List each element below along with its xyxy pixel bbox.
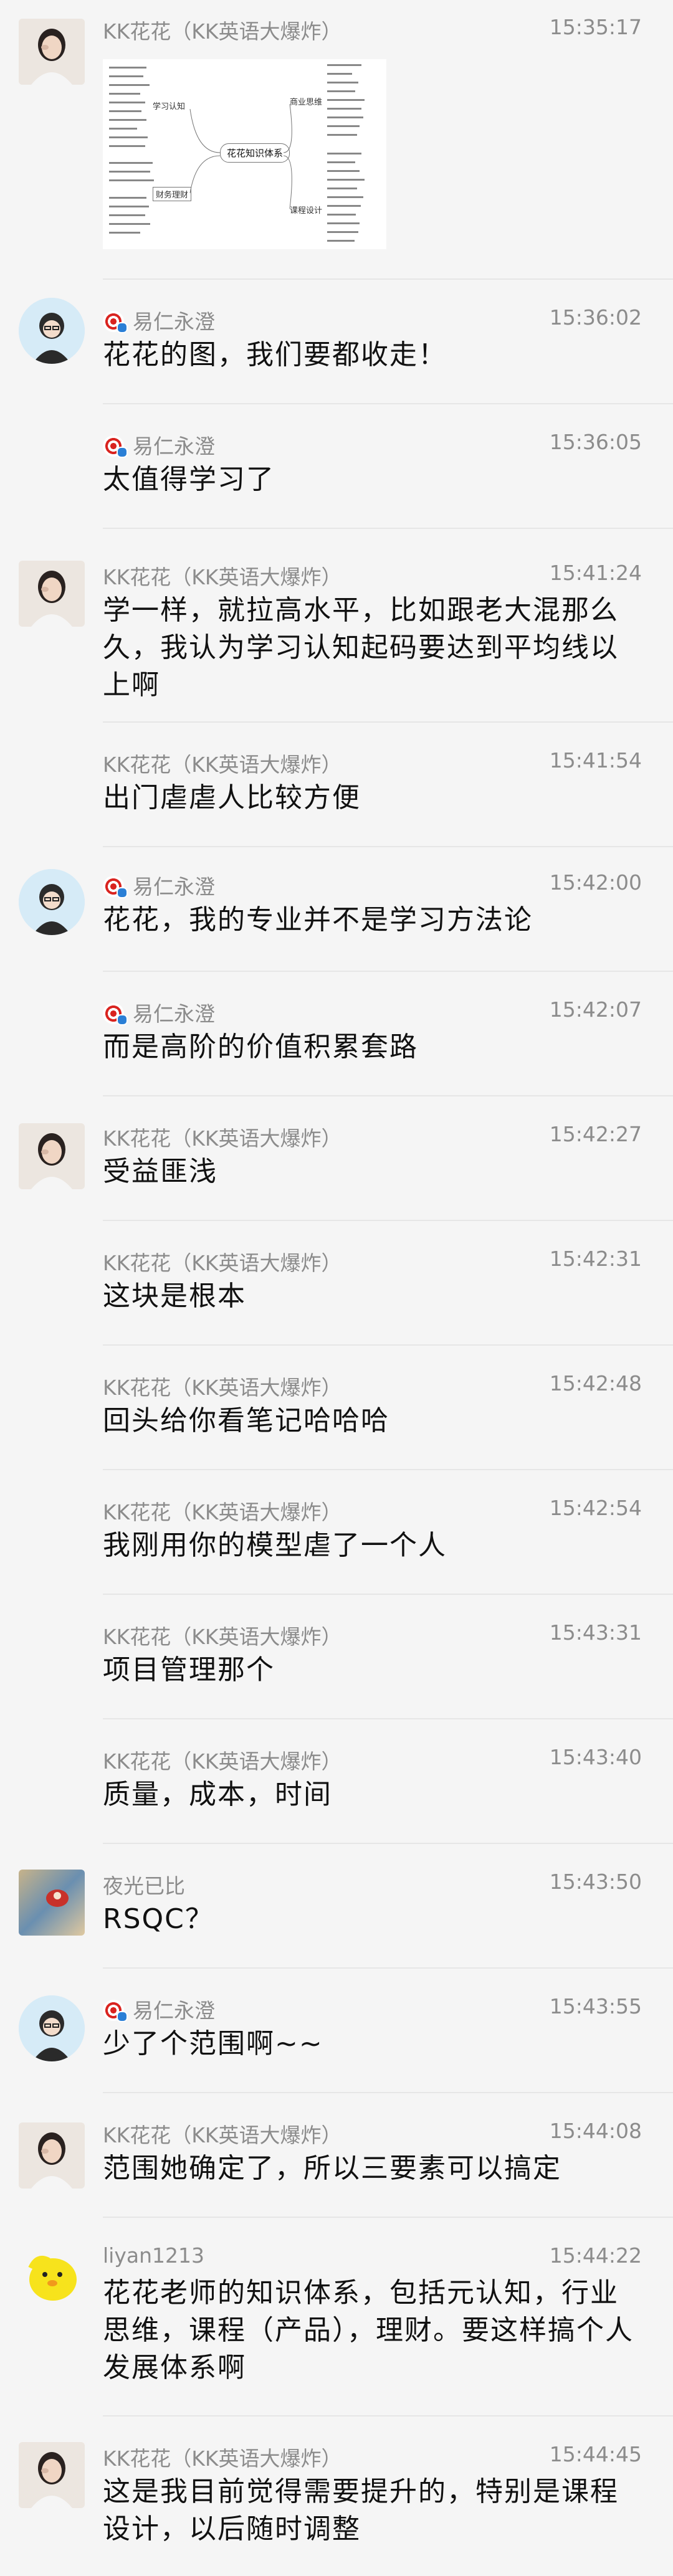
message-text: 出门虐虐人比较方便 xyxy=(103,782,361,814)
timestamp: 15:43:31 xyxy=(549,1620,642,1645)
sender-name: liyan1213 xyxy=(103,2243,204,2268)
separator xyxy=(103,971,673,972)
avatar[interactable] xyxy=(19,2122,85,2189)
message-text: 这是我目前觉得需要提升的，特别是课程设计，以后随时调整 xyxy=(103,2476,619,2545)
target-badge-icon xyxy=(103,876,128,898)
sender-name: KK花花（KK英语大爆炸） xyxy=(103,1749,342,1774)
sender-name-text: 易仁永澄 xyxy=(133,310,215,334)
timestamp: 15:42:54 xyxy=(549,1496,642,1520)
sender-name-text: 易仁永澄 xyxy=(133,1002,215,1026)
timestamp: 15:42:48 xyxy=(549,1371,642,1395)
message-text: 花花老师的知识体系，包括元认知，行业思维，课程（产品），理财。要这样搞个人发展体… xyxy=(103,2277,634,2384)
message-text: 少了个范围啊~~ xyxy=(103,2028,323,2060)
message-text: 受益匪浅 xyxy=(103,1156,217,1187)
avatar[interactable] xyxy=(19,1870,85,1936)
message-text: 花花的图，我们要都收走！ xyxy=(103,339,447,371)
separator xyxy=(103,846,673,847)
timestamp: 15:42:00 xyxy=(549,870,642,895)
separator xyxy=(103,2217,673,2218)
separator xyxy=(103,2415,673,2417)
sender-name: KK花花（KK英语大爆炸） xyxy=(103,2446,342,2471)
timestamp: 15:44:08 xyxy=(549,2119,642,2143)
mindmap-branches xyxy=(109,64,365,242)
avatar[interactable] xyxy=(19,2243,85,2309)
message-text: 而是高阶的价值积累套路 xyxy=(103,1031,418,1063)
avatar[interactable] xyxy=(19,2442,85,2508)
separator xyxy=(103,278,673,280)
sender-name-text: 易仁永澄 xyxy=(133,1999,215,2023)
sender-name: KK花花（KK英语大爆炸） xyxy=(103,1500,342,1524)
avatar[interactable] xyxy=(19,869,85,935)
separator xyxy=(103,1095,673,1096)
avatar[interactable] xyxy=(19,1123,85,1189)
target-badge-icon xyxy=(103,2000,128,2022)
timestamp: 15:42:07 xyxy=(549,997,642,1022)
timestamp: 15:41:54 xyxy=(549,748,642,772)
separator xyxy=(103,403,673,404)
avatar[interactable] xyxy=(19,561,85,627)
timestamp: 15:43:55 xyxy=(549,1994,642,2018)
sender-name: KK花花（KK英语大爆炸） xyxy=(103,753,342,777)
sender-name-text: 易仁永澄 xyxy=(133,434,215,459)
sender-name: 易仁永澄 xyxy=(103,870,215,900)
avatar[interactable] xyxy=(19,298,85,364)
separator xyxy=(103,1843,673,1844)
separator xyxy=(103,1967,673,1969)
sender-name: 易仁永澄 xyxy=(103,305,215,335)
separator xyxy=(103,1718,673,1719)
timestamp: 15:42:31 xyxy=(549,1247,642,1271)
timestamp: 15:41:24 xyxy=(549,561,642,585)
timestamp: 15:43:40 xyxy=(549,1745,642,1769)
sender-name: 易仁永澄 xyxy=(103,997,215,1027)
sender-name: KK花花（KK英语大爆炸） xyxy=(103,19,342,44)
sender-name: 易仁永澄 xyxy=(103,430,215,460)
message-text: 学一样，就拉高水平，比如跟老大混那么久，我认为学习认知起码要达到平均线以上啊 xyxy=(103,594,619,701)
timestamp: 15:44:45 xyxy=(549,2442,642,2466)
timestamp: 15:35:17 xyxy=(549,15,642,39)
sender-name: 易仁永澄 xyxy=(103,1994,215,2024)
separator xyxy=(103,1344,673,1346)
separator xyxy=(103,2092,673,2093)
timestamp: 15:42:27 xyxy=(549,1122,642,1146)
message-text: 范围她确定了，所以三要素可以搞定 xyxy=(103,2152,561,2184)
message-text: 质量，成本，时间 xyxy=(103,1779,332,1810)
sender-name: KK花花（KK英语大爆炸） xyxy=(103,1376,342,1400)
separator xyxy=(103,721,673,723)
sender-name: KK花花（KK英语大爆炸） xyxy=(103,1625,342,1649)
avatar[interactable] xyxy=(19,1995,85,2061)
message-text: 项目管理那个 xyxy=(103,1654,275,1686)
separator xyxy=(103,1469,673,1470)
separator xyxy=(103,528,673,529)
sender-name: KK花花（KK英语大爆炸） xyxy=(103,1126,342,1151)
sender-name-text: 易仁永澄 xyxy=(133,875,215,899)
sender-name: KK花花（KK英语大爆炸） xyxy=(103,1251,342,1275)
mindmap-image[interactable]: 花花知识体系 学习认知 商业思维 课程设计 财务理财 xyxy=(103,59,386,249)
timestamp: 15:44:22 xyxy=(549,2243,642,2268)
message-text: RSQC？ xyxy=(103,1903,214,1935)
separator xyxy=(103,1594,673,1595)
sender-name: KK花花（KK英语大爆炸） xyxy=(103,565,342,589)
target-badge-icon xyxy=(103,311,128,333)
message-text: 回头给你看笔记哈哈哈 xyxy=(103,1405,389,1437)
timestamp: 15:36:05 xyxy=(549,430,642,454)
timestamp: 15:43:50 xyxy=(549,1870,642,1894)
timestamp: 15:36:02 xyxy=(549,305,642,330)
avatar[interactable] xyxy=(19,19,85,85)
sender-name: 夜光已比 xyxy=(103,1874,185,1898)
sender-name: KK花花（KK英语大爆炸） xyxy=(103,2123,342,2147)
message-text: 这块是根本 xyxy=(103,1280,246,1312)
target-badge-icon xyxy=(103,435,128,458)
target-badge-icon xyxy=(103,1003,128,1025)
message-text: 我刚用你的模型虐了一个人 xyxy=(103,1529,447,1561)
separator xyxy=(103,1220,673,1221)
message-text: 花花，我的专业并不是学习方法论 xyxy=(103,904,533,936)
message-text: 太值得学习了 xyxy=(103,463,275,495)
